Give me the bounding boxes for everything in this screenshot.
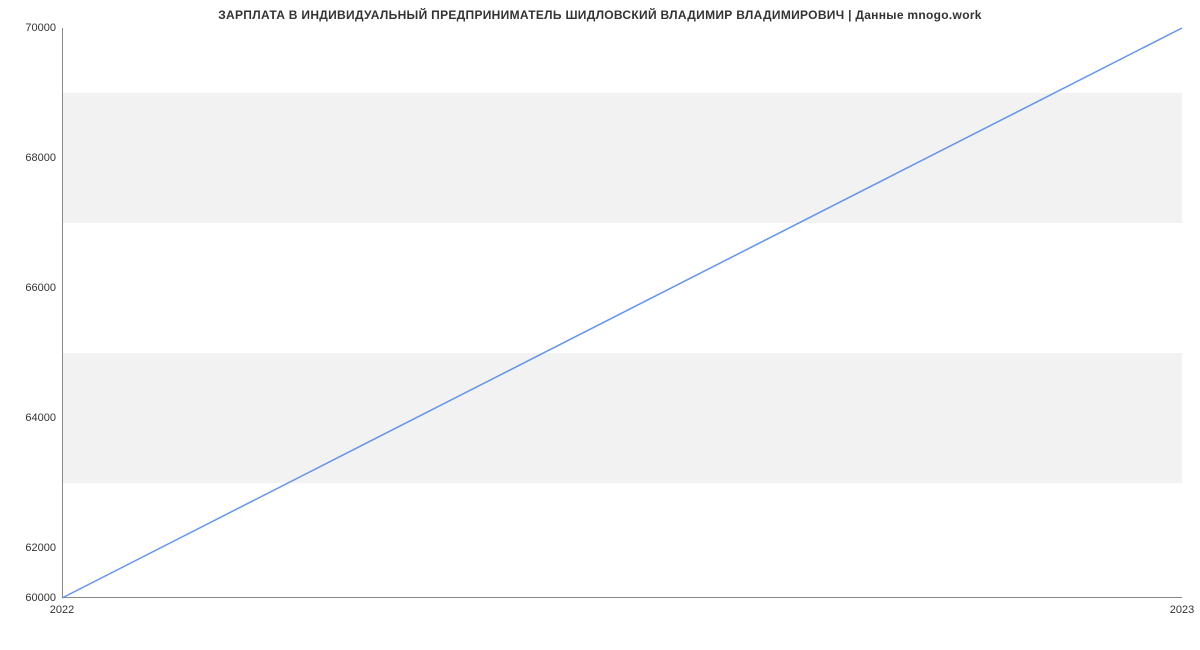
y-tick-label: 62000 [25,542,56,554]
y-tick-label: 66000 [25,282,56,294]
x-tick-label: 2023 [1170,604,1194,616]
y-tick-label: 68000 [25,152,56,164]
chart-container: ЗАРПЛАТА В ИНДИВИДУАЛЬНЫЙ ПРЕДПРИНИМАТЕЛ… [0,0,1200,650]
y-tick-label: 60000 [25,592,56,604]
data-line [62,28,1182,598]
y-tick-label: 64000 [25,412,56,424]
plot-area: 70000 68000 66000 64000 62000 60000 2022… [62,28,1182,598]
y-tick-label: 70000 [25,22,56,34]
x-tick-label: 2022 [50,604,74,616]
chart-title: ЗАРПЛАТА В ИНДИВИДУАЛЬНЫЙ ПРЕДПРИНИМАТЕЛ… [0,8,1200,22]
